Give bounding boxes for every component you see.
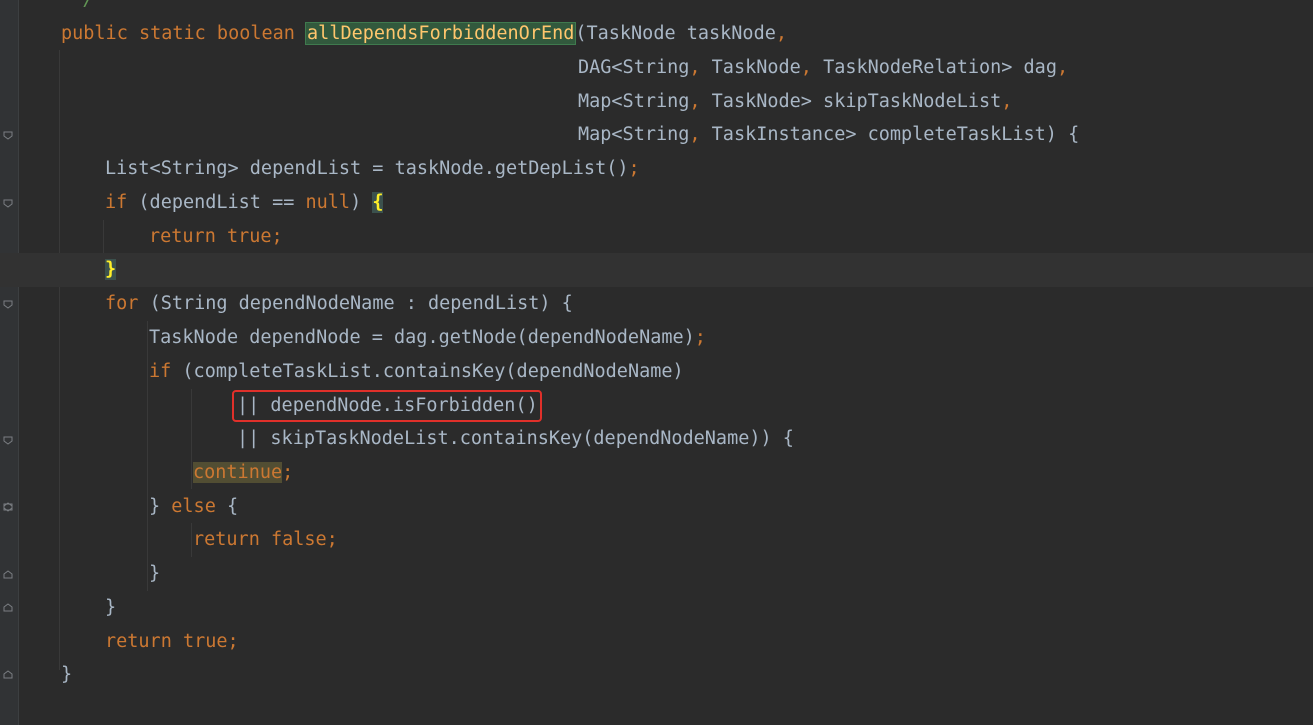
code-area[interactable]: */ public static boolean allDependsForbid… (0, 0, 1313, 725)
code-line[interactable]: || dependNode.isForbidden() (0, 389, 1313, 423)
code-token: TaskNode dependNode = dag.getNode(depend… (149, 327, 695, 348)
code-line-text: } else { (149, 490, 238, 524)
code-line-text: } (149, 557, 160, 591)
code-token: Map<String (578, 91, 690, 112)
code-token: if (149, 361, 183, 382)
code-token: , (689, 57, 712, 78)
code-line-text: } (105, 591, 116, 625)
code-token: , (775, 23, 787, 44)
code-token: , (1001, 91, 1013, 112)
code-line[interactable]: return false; (0, 523, 1313, 557)
code-line[interactable]: } (0, 253, 1313, 287)
code-line-text: DAG<String, TaskNode, TaskNodeRelation> … (578, 51, 1068, 85)
code-line-text: return false; (193, 523, 338, 557)
code-editor[interactable]: */ public static boolean allDependsForbid… (0, 0, 1313, 725)
code-line-text: || skipTaskNodeList.containsKey(dependNo… (237, 422, 794, 456)
code-line-text: public static boolean allDependsForbidde… (61, 17, 787, 51)
code-line-text: if (completeTaskList.containsKey(dependN… (149, 355, 684, 389)
code-line[interactable]: return true; (0, 220, 1313, 254)
code-token: (String dependNodeName : dependList) { (149, 293, 573, 314)
code-line[interactable]: } (0, 557, 1313, 591)
code-token: } (61, 664, 73, 685)
code-line[interactable]: } (0, 591, 1313, 625)
code-token: || skipTaskNodeList.containsKey(dependNo… (237, 428, 794, 449)
code-line[interactable]: continue; (0, 456, 1313, 490)
code-token: continue (193, 462, 283, 483)
code-token: } (149, 496, 172, 517)
code-token: } (149, 563, 161, 584)
code-line-text: if (dependList == null) { (105, 186, 384, 220)
code-line-text: Map<String, TaskInstance> completeTaskLi… (578, 118, 1079, 152)
code-token: ; (628, 158, 640, 179)
code-line-text: return true; (149, 220, 283, 254)
code-line-text: for (String dependNodeName : dependList)… (105, 287, 573, 321)
code-token: } (105, 259, 117, 280)
code-token: TaskNode> skipTaskNodeList (711, 91, 1002, 112)
code-token: return true; (105, 631, 239, 652)
code-line[interactable]: TaskNode dependNode = dag.getNode(depend… (0, 321, 1313, 355)
code-token: (completeTaskList.containsKey(dependNode… (182, 361, 684, 382)
code-line-text: Map<String, TaskNode> skipTaskNodeList, (578, 85, 1012, 119)
code-token: , (1056, 57, 1069, 78)
code-line-text: */ (61, 0, 94, 17)
code-line[interactable]: */ (0, 0, 1313, 17)
code-token: (dependList == (138, 192, 306, 213)
code-token: ) (350, 192, 373, 213)
code-line[interactable]: for (String dependNodeName : dependList)… (0, 287, 1313, 321)
code-token: allDependsForbiddenOrEnd (305, 22, 577, 45)
code-line[interactable]: DAG<String, TaskNode, TaskNodeRelation> … (0, 51, 1313, 85)
code-token: , (800, 57, 824, 78)
code-line-text: continue; (193, 456, 293, 490)
code-token: */ (61, 0, 94, 10)
code-token: , (689, 124, 712, 145)
code-line[interactable]: } (0, 658, 1313, 692)
code-token: { (372, 192, 384, 213)
code-line-text: } (61, 658, 72, 692)
code-line[interactable]: } else { (0, 490, 1313, 524)
code-line[interactable]: Map<String, TaskInstance> completeTaskLi… (0, 118, 1313, 152)
code-line[interactable]: if (completeTaskList.containsKey(dependN… (0, 355, 1313, 389)
code-line[interactable]: public static boolean allDependsForbidde… (0, 17, 1313, 51)
code-line[interactable]: Map<String, TaskNode> skipTaskNodeList, (0, 85, 1313, 119)
code-line[interactable]: if (dependList == null) { (0, 186, 1313, 220)
code-token: return false; (193, 529, 338, 550)
code-line-text: TaskNode dependNode = dag.getNode(depend… (149, 321, 706, 355)
code-token: for (105, 293, 150, 314)
code-line[interactable]: List<String> dependList = taskNode.getDe… (0, 152, 1313, 186)
code-token: TaskNode (711, 57, 801, 78)
code-token: } (105, 597, 117, 618)
code-token: List<String> dependList = taskNode.getDe… (105, 158, 629, 179)
code-token: ; (694, 327, 706, 348)
code-line[interactable]: || skipTaskNodeList.containsKey(dependNo… (0, 422, 1313, 456)
code-token: public static boolean (61, 23, 307, 44)
code-token: ; (282, 462, 294, 483)
code-token: else (171, 496, 227, 517)
code-line-text: return true; (105, 625, 239, 659)
code-line-text: } (105, 253, 117, 287)
code-line-text: List<String> dependList = taskNode.getDe… (105, 152, 640, 186)
code-token: (TaskNode taskNode (575, 23, 776, 44)
code-token: , (689, 91, 712, 112)
code-token: TaskInstance> completeTaskList) { (711, 124, 1080, 145)
code-token: Map<String (578, 124, 690, 145)
code-token: if (105, 192, 139, 213)
code-token: TaskNodeRelation> dag (823, 57, 1057, 78)
code-token: DAG<String (578, 57, 690, 78)
code-token: { (226, 496, 239, 517)
code-line[interactable]: return true; (0, 625, 1313, 659)
code-token: return true; (149, 226, 283, 247)
code-token: null (305, 192, 351, 213)
annotation-highlight-box (232, 390, 542, 422)
